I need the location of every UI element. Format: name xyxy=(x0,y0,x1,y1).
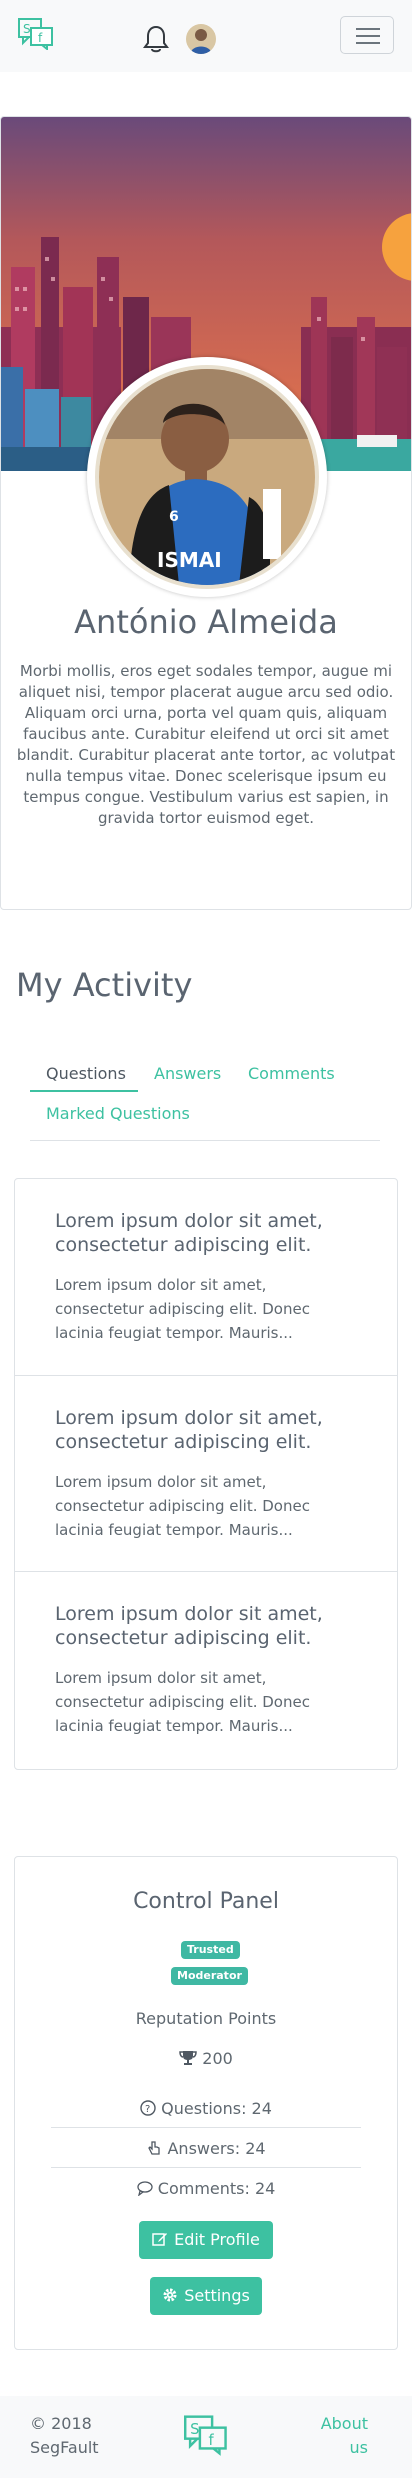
tab-comments[interactable]: Comments xyxy=(248,1064,335,1083)
bell-icon xyxy=(143,25,169,53)
activity-tabs: Questions Answers Comments Marked Questi… xyxy=(30,1056,380,1141)
tab-marked-questions[interactable]: Marked Questions xyxy=(46,1104,190,1123)
footer: © 2018 SegFault S f About us xyxy=(0,2396,412,2478)
question-circle-icon: ? xyxy=(140,2100,156,2116)
edit-profile-button[interactable]: Edit Profile xyxy=(139,2221,273,2259)
active-tab-indicator xyxy=(30,1090,138,1092)
question-item[interactable]: Lorem ipsum dolor sit amet, consectetur … xyxy=(15,1571,397,1768)
trophy-icon xyxy=(179,2051,197,2065)
hand-pointer-icon xyxy=(148,2141,161,2155)
reputation-label: Reputation Points xyxy=(135,2009,277,2028)
notifications-button[interactable] xyxy=(142,24,170,54)
settings-button[interactable]: Settings xyxy=(150,2277,262,2315)
question-title[interactable]: Lorem ipsum dolor sit amet, consectetur … xyxy=(55,1406,355,1454)
tab-questions[interactable]: Questions xyxy=(46,1064,126,1083)
control-panel: Control Panel Trusted Moderator Reputati… xyxy=(14,1856,398,2350)
reputation-points: 200 xyxy=(15,2049,397,2068)
question-item[interactable]: Lorem ipsum dolor sit amet, consectetur … xyxy=(15,1179,397,1375)
question-title[interactable]: Lorem ipsum dolor sit amet, consectetur … xyxy=(55,1602,355,1650)
svg-text:?: ? xyxy=(145,2104,150,2115)
trusted-badge: Trusted xyxy=(181,1941,240,1959)
gear-icon xyxy=(163,2288,177,2302)
copyright: © 2018 SegFault xyxy=(30,2414,99,2457)
svg-text:ISMAI: ISMAI xyxy=(157,548,222,572)
profile-card: ISMAI 6 António Almeida Morbi mollis, er… xyxy=(0,116,412,910)
svg-text:S: S xyxy=(190,2421,199,2438)
question-excerpt: Lorem ipsum dolor sit amet, consectetur … xyxy=(55,1276,310,1342)
questions-count: ? Questions: 24 xyxy=(15,2099,397,2118)
svg-text:S: S xyxy=(23,22,31,36)
menu-toggle-button[interactable] xyxy=(340,16,394,54)
hamburger-menu-icon xyxy=(356,28,380,30)
navbar: S f xyxy=(0,0,412,72)
reputation-value: 200 xyxy=(202,2049,233,2068)
question-excerpt: Lorem ipsum dolor sit amet, consectetur … xyxy=(55,1669,310,1735)
logo-icon: S f xyxy=(184,2415,227,2456)
comments-count: Comments: 24 xyxy=(15,2179,397,2198)
control-panel-title: Control Panel xyxy=(133,1889,279,1914)
about-us-link[interactable]: About us xyxy=(300,2412,368,2460)
profile-photo: ISMAI 6 xyxy=(99,369,315,585)
footer-logo[interactable]: S f xyxy=(184,2414,228,2460)
avatar-image xyxy=(186,24,216,54)
tab-answers[interactable]: Answers xyxy=(154,1064,221,1083)
activity-heading: My Activity xyxy=(16,966,193,1004)
user-avatar[interactable] xyxy=(186,24,216,54)
question-list: Lorem ipsum dolor sit amet, consectetur … xyxy=(14,1178,398,1770)
svg-text:f: f xyxy=(208,2432,214,2449)
profile-bio: Morbi mollis, eros eget sodales tempor, … xyxy=(16,662,396,827)
svg-text:6: 6 xyxy=(169,509,179,525)
profile-name: António Almeida xyxy=(74,603,338,641)
comment-icon xyxy=(137,2181,153,2197)
moderator-badge: Moderator xyxy=(171,1967,248,1985)
logo-icon: S f xyxy=(18,18,53,52)
brand-logo[interactable]: S f xyxy=(18,18,54,54)
question-title[interactable]: Lorem ipsum dolor sit amet, consectetur … xyxy=(55,1209,355,1257)
question-item[interactable]: Lorem ipsum dolor sit amet, consectetur … xyxy=(15,1375,397,1572)
question-excerpt: Lorem ipsum dolor sit amet, consectetur … xyxy=(55,1473,310,1539)
edit-icon xyxy=(152,2233,168,2246)
answers-count: Answers: 24 xyxy=(15,2139,397,2158)
profile-picture: ISMAI 6 xyxy=(87,357,327,597)
